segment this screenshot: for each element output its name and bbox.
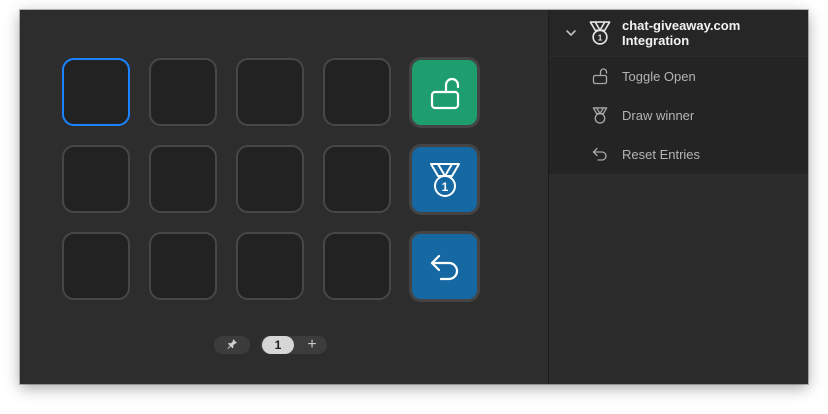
svg-text:1: 1 (441, 180, 448, 194)
chevron-down-icon[interactable] (565, 26, 577, 44)
key-row-2-col-4[interactable] (323, 145, 391, 213)
key-toggle-open[interactable] (409, 57, 480, 128)
action-label: Draw winner (622, 108, 695, 123)
action-label: Toggle Open (622, 69, 696, 84)
plugin-title: chat-giveaway.com Integration (622, 18, 802, 48)
key-row-1-col-4[interactable] (323, 58, 391, 126)
key-row-1-col-1[interactable] (62, 58, 130, 126)
plugin-title-line2: Integration (622, 33, 690, 48)
key-reset-entries[interactable] (409, 231, 480, 302)
key-row-1-col-2[interactable] (149, 58, 217, 126)
action-item-reset-entries[interactable]: Reset Entries (549, 135, 808, 174)
key-draw-winner[interactable]: 1 (409, 144, 480, 215)
page-1-button[interactable]: 1 (262, 336, 294, 354)
app-window: 1 1 + 1 chat-giveaway.com Integration To… (20, 10, 808, 384)
plugin-title-line1: chat-giveaway.com (622, 18, 741, 33)
page-switcher: 1 + (260, 336, 327, 354)
medal-icon: 1 (426, 160, 464, 200)
action-item-draw-winner[interactable]: Draw winner (549, 96, 808, 135)
key-row-3-col-3[interactable] (236, 232, 304, 300)
key-row-2-col-2[interactable] (149, 145, 217, 213)
action-item-toggle-open[interactable]: Toggle Open (549, 57, 808, 96)
key-row-3-col-4[interactable] (323, 232, 391, 300)
action-label: Reset Entries (622, 147, 701, 162)
actions-panel: 1 chat-giveaway.com Integration Toggle O… (549, 10, 808, 384)
key-row-1-col-3[interactable] (236, 58, 304, 126)
undo-arrow-icon (591, 145, 609, 168)
svg-text:1: 1 (598, 34, 603, 43)
key-row-3-col-1[interactable] (62, 232, 130, 300)
key-row-2-col-3[interactable] (236, 145, 304, 213)
unlock-icon (591, 67, 609, 90)
key-canvas: 1 1 + (20, 10, 548, 384)
action-list: Toggle Open Draw winner Reset Entries (549, 57, 808, 174)
medal-icon: 1 (587, 19, 613, 52)
undo-arrow-icon (427, 249, 463, 285)
pin-icon (226, 338, 238, 353)
pin-button[interactable] (214, 336, 250, 354)
key-row-3-col-2[interactable] (149, 232, 217, 300)
medal-icon (591, 106, 609, 130)
unlock-icon (427, 75, 463, 111)
key-row-2-col-1[interactable] (62, 145, 130, 213)
plugin-header[interactable]: 1 chat-giveaway.com Integration (549, 10, 808, 56)
add-page-button[interactable]: + (302, 336, 322, 354)
